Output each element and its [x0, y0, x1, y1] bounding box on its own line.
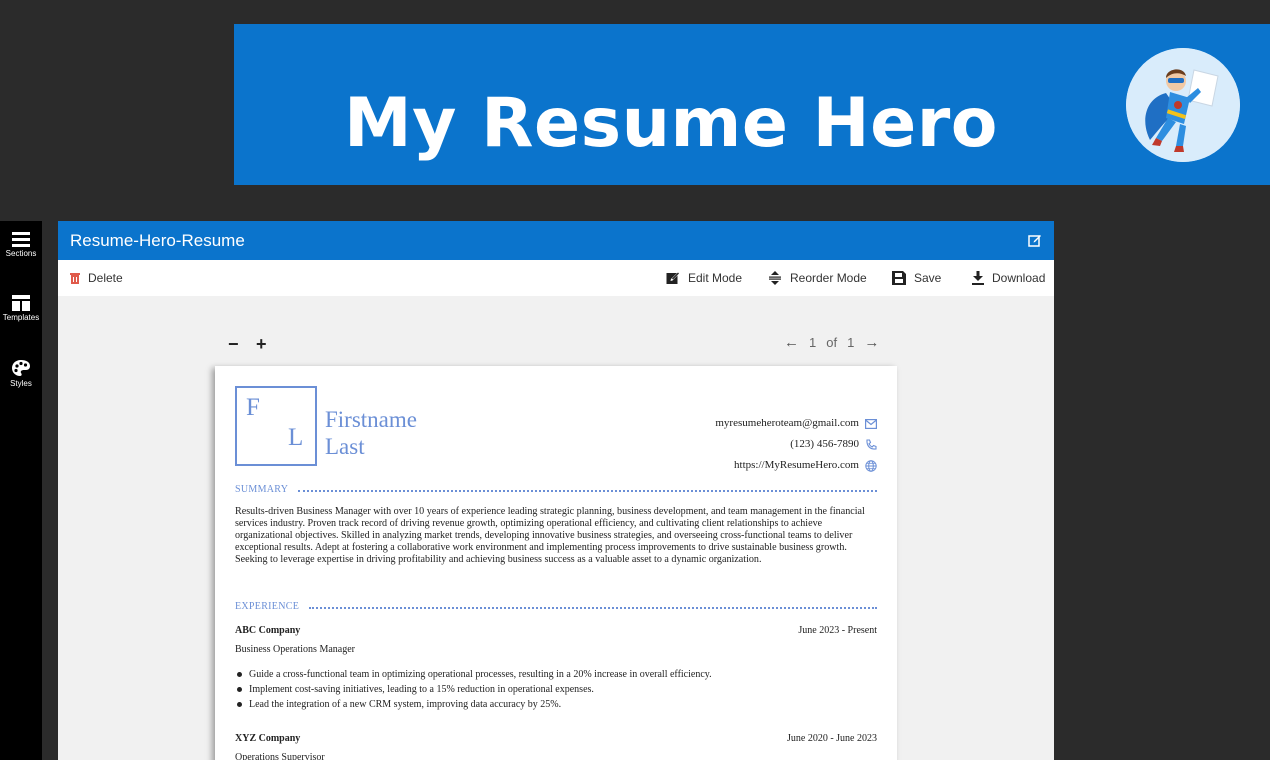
sidebar-item-label: Sections [5, 249, 37, 258]
section-divider [309, 606, 877, 609]
title-bar: Resume-Hero-Resume [58, 221, 1054, 260]
experience-entry[interactable]: XYZ Company June 2020 - June 2023 Operat… [235, 733, 877, 760]
brand-banner: My Resume Hero [234, 24, 1270, 185]
floppy-disk-icon [892, 271, 906, 285]
job-title: Business Operations Manager [235, 644, 355, 655]
sidebar: Sections Templates Styles [0, 221, 42, 760]
email-text: myresumeheroteam@gmail.com [715, 417, 859, 429]
pager: ← 1 of 1 → [784, 334, 879, 351]
summary-heading: SUMMARY [235, 484, 877, 495]
resume-page[interactable]: F L Firstname Last myresumeheroteam@gmai… [215, 366, 897, 760]
first-name: Firstname [325, 407, 417, 432]
zoom-out-button[interactable]: − [228, 334, 239, 355]
reorder-mode-button[interactable]: Reorder Mode [768, 271, 867, 285]
job-title: Operations Supervisor [235, 752, 325, 760]
section-divider [298, 489, 877, 492]
current-page: 1 [809, 335, 817, 350]
experience-heading: EXPERIENCE [235, 601, 877, 612]
summary-heading-text: SUMMARY [235, 484, 289, 495]
layout-icon [12, 295, 30, 311]
summary-text[interactable]: Results-driven Business Manager with ove… [235, 506, 877, 566]
reorder-mode-label: Reorder Mode [790, 271, 867, 285]
reorder-icon [769, 271, 781, 285]
job-dates: June 2020 - June 2023 [787, 733, 877, 744]
list-item: Guide a cross-functional team in optimiz… [235, 667, 877, 682]
monogram-last-initial: L [288, 424, 304, 451]
list-item: Lead the integration of a new CRM system… [235, 697, 877, 712]
hero-logo [1126, 48, 1240, 162]
contact-info[interactable]: myresumeheroteam@gmail.com (123) 456-789… [715, 413, 877, 476]
job-dates: June 2023 - Present [798, 625, 877, 636]
download-button[interactable]: Download [972, 271, 1045, 285]
sidebar-item-label: Styles [10, 379, 32, 388]
website-text: https://MyResumeHero.com [734, 459, 859, 471]
prev-page-button[interactable]: ← [784, 334, 799, 351]
rename-icon[interactable] [1028, 233, 1042, 247]
delete-label: Delete [88, 271, 123, 285]
trash-icon [70, 273, 80, 284]
monogram-first-initial: F [246, 394, 260, 421]
sidebar-item-label: Templates [2, 313, 40, 322]
save-button[interactable]: Save [892, 271, 941, 285]
next-page-button[interactable]: → [864, 334, 879, 351]
phone-icon [866, 438, 877, 450]
company-name: ABC Company [235, 625, 301, 636]
edit-icon [666, 272, 680, 284]
download-label: Download [992, 271, 1046, 285]
editor-app: Resume-Hero-Resume Delete Edit Mode Reor… [58, 221, 1054, 760]
sidebar-item-styles[interactable]: Styles [0, 359, 42, 388]
monogram: F L [235, 386, 317, 466]
toolbar: Delete Edit Mode Reorder Mode Save Downl… [58, 260, 1054, 296]
zoom-in-button[interactable]: + [256, 334, 267, 355]
download-icon [972, 271, 984, 285]
list-item: Implement cost-saving initiatives, leadi… [235, 682, 877, 697]
edit-mode-label: Edit Mode [688, 271, 743, 285]
total-pages: 1 [847, 335, 855, 350]
sidebar-item-sections[interactable]: Sections [0, 231, 42, 258]
full-name[interactable]: Firstname Last [325, 406, 417, 460]
company-name: XYZ Company [235, 733, 301, 744]
brand-title: My Resume Hero [344, 84, 998, 163]
experience-entry[interactable]: ABC Company June 2023 - Present Business… [235, 625, 877, 712]
page-of-label: of [826, 335, 838, 350]
last-name: Last [325, 434, 365, 459]
edit-mode-button[interactable]: Edit Mode [666, 271, 742, 285]
save-label: Save [914, 271, 942, 285]
experience-heading-text: EXPERIENCE [235, 601, 300, 612]
hamburger-icon [12, 232, 30, 247]
delete-button[interactable]: Delete [70, 271, 123, 285]
job-bullets: Guide a cross-functional team in optimiz… [235, 667, 877, 712]
palette-icon [12, 360, 30, 376]
document-title[interactable]: Resume-Hero-Resume [70, 231, 245, 251]
phone-text: (123) 456-7890 [790, 438, 859, 450]
globe-icon [865, 459, 877, 472]
mail-icon [865, 418, 877, 429]
sidebar-item-templates[interactable]: Templates [0, 295, 42, 322]
